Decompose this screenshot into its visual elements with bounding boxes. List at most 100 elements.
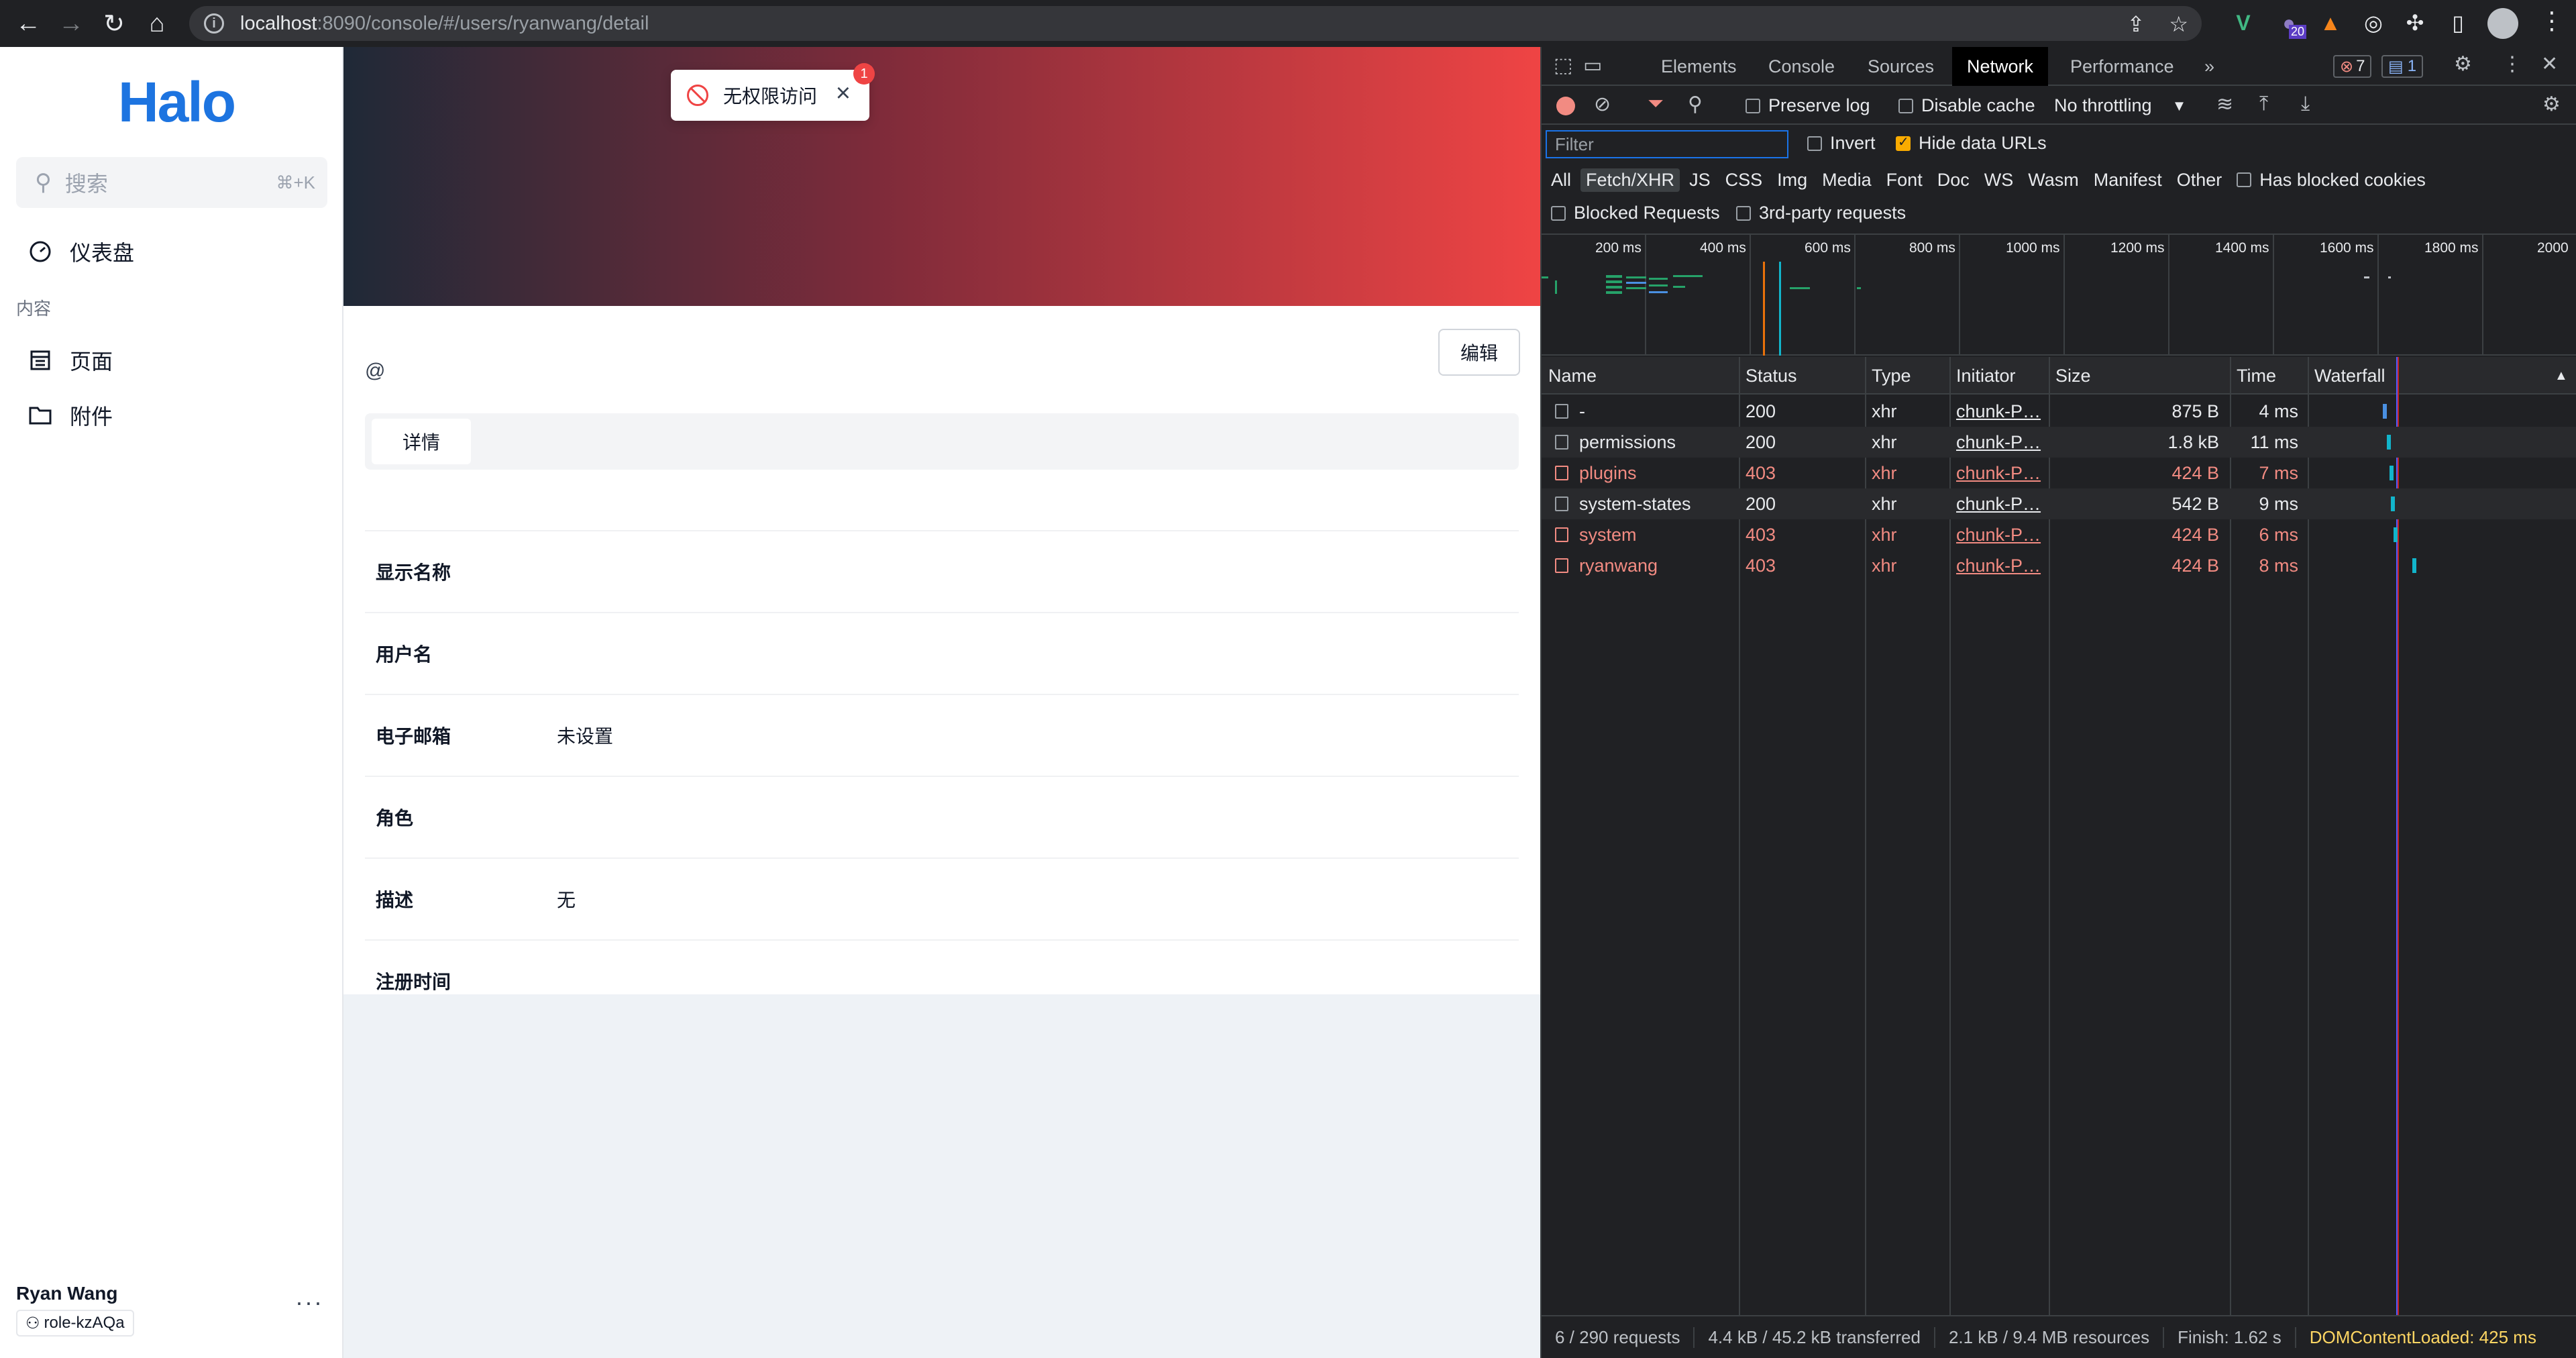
tab-elements[interactable]: Elements [1661,47,1737,86]
record-icon[interactable] [1556,97,1575,115]
back-arrow-icon[interactable]: ← [7,2,50,45]
type-filter-all[interactable]: All [1551,170,1571,191]
blocked-requests-checkbox[interactable]: Blocked Requests [1551,203,1720,223]
request-initiator[interactable]: chunk-P… [1956,488,2041,519]
request-row[interactable]: ryanwang 403 xhr chunk-P… 424 B 8 ms [1542,550,2576,581]
type-filter-doc[interactable]: Doc [1937,170,1970,191]
column-waterfall[interactable]: Waterfall [2308,357,2385,395]
search-input[interactable]: ⚲ 搜索 ⌘+K [16,157,327,208]
browser-menu-icon[interactable]: ⋮ [2540,7,2564,35]
extensions-puzzle-icon[interactable]: ✣ [2400,8,2430,38]
request-initiator[interactable]: chunk-P… [1956,458,2041,488]
device-toolbar-icon[interactable]: ▭ [1583,54,1602,77]
tab-sources[interactable]: Sources [1868,47,1934,86]
extension-badge-icon[interactable]: ● 20 [2274,8,2306,39]
tab-network[interactable]: Network [1952,47,2049,86]
summary-dom-content-loaded: DOMContentLoaded: 425 ms [2309,1326,2536,1347]
type-filter-css[interactable]: CSS [1725,170,1763,191]
user-role-icon: ⚇ [25,1314,40,1333]
request-name: - [1579,401,1585,421]
request-row[interactable]: system 403 xhr chunk-P… 424 B 6 ms [1542,519,2576,550]
message-count-badge[interactable]: ▤ 1 [2381,55,2424,78]
column-initiator[interactable]: Initiator [1949,357,2016,395]
sidebar-item-dashboard[interactable]: 仪表盘 [27,236,134,267]
close-icon[interactable]: × [836,79,851,108]
network-overview-timeline[interactable]: 200 ms 400 ms 600 ms 800 ms 1000 ms 1200… [1542,233,2576,356]
request-initiator[interactable]: chunk-P… [1956,550,2041,581]
request-initiator[interactable]: chunk-P… [1956,427,2041,458]
checkbox-label: Has blocked cookies [2259,169,2426,190]
sidebar-item-pages[interactable]: 页面 [27,345,113,376]
app-sidebar: Halo ⚲ 搜索 ⌘+K 仪表盘 内容 页面 附件 Ryan Wang ⚇ r… [0,47,343,1358]
chevron-down-icon: ▼ [2171,97,2187,114]
request-type: xhr [1872,493,1897,514]
type-filter-wasm[interactable]: Wasm [2028,170,2079,191]
bookmark-star-icon[interactable]: ☆ [2169,11,2188,37]
tab-console[interactable]: Console [1768,47,1835,86]
vue-devtools-icon[interactable]: V [2229,8,2258,38]
tab-detail[interactable]: 详情 [372,419,471,464]
throttling-select[interactable]: No throttling ▼ [2054,95,2186,116]
type-filter-js[interactable]: JS [1689,170,1711,191]
devtools-menu-icon[interactable]: ⋮ [2502,52,2522,76]
profile-avatar[interactable] [2487,8,2518,39]
type-filter-img[interactable]: Img [1777,170,1807,191]
type-filter-media[interactable]: Media [1822,170,1872,191]
halo-logo[interactable]: Halo [118,70,236,135]
column-type[interactable]: Type [1865,357,1911,395]
request-row[interactable]: plugins 403 xhr chunk-P… 424 B 7 ms [1542,458,2576,488]
preserve-log-checkbox[interactable]: Preserve log [1746,95,1870,116]
settings-gear-icon[interactable]: ⚙ [2454,52,2472,76]
search-icon[interactable]: ⚲ [1688,93,1703,116]
third-party-checkbox[interactable]: 3rd-party requests [1736,203,1906,223]
request-name: ryanwang [1579,555,1658,576]
close-devtools-icon[interactable]: ✕ [2541,52,2558,76]
more-tabs-icon[interactable]: » [2204,47,2214,86]
network-conditions-icon[interactable]: ≋ [2216,93,2233,116]
hide-data-urls-checkbox[interactable]: Hide data URLs [1896,133,2047,154]
request-row[interactable]: system-states 200 xhr chunk-P… 542 B 9 m… [1542,488,2576,519]
has-blocked-cookies-checkbox[interactable]: Has blocked cookies [2237,170,2426,191]
filter-input[interactable]: Filter [1546,130,1788,158]
invert-checkbox[interactable]: Invert [1807,133,1876,154]
type-filter-manifest[interactable]: Manifest [2094,170,2162,191]
request-row[interactable]: permissions 200 xhr chunk-P… 1.8 kB 11 m… [1542,427,2576,458]
metamask-icon[interactable]: ▲ [2316,8,2345,38]
address-bar[interactable]: i localhost:8090/console/#/users/ryanwan… [189,6,2202,41]
disable-cache-checkbox[interactable]: Disable cache [1898,95,2035,116]
color-picker-icon[interactable]: ◎ [2359,8,2388,38]
filter-funnel-icon[interactable]: ⏷ [1648,93,1664,115]
type-filter-ws[interactable]: WS [1984,170,2014,191]
error-count-badge[interactable]: ⊗ 7 [2333,55,2372,78]
clear-icon[interactable]: ⊘ [1594,93,1611,116]
sort-ascending-icon[interactable]: ▲ [2548,357,2568,395]
request-row[interactable]: - 200 xhr chunk-P… 875 B 4 ms [1542,396,2576,427]
site-info-icon[interactable]: i [204,13,224,34]
type-filter-fetch-xhr[interactable]: Fetch/XHR [1580,168,1680,192]
type-filter-font[interactable]: Font [1886,170,1923,191]
tab-performance[interactable]: Performance [2070,47,2174,86]
request-size: 424 B [2171,462,2219,483]
inspect-element-icon[interactable]: ⬚ [1554,54,1572,77]
share-icon[interactable]: ⇪ [2127,11,2145,37]
type-filter-other[interactable]: Other [2177,170,2222,191]
sidebar-item-attachments[interactable]: 附件 [27,400,113,431]
more-options-icon[interactable]: ··· [295,1288,323,1316]
forward-arrow-icon[interactable]: → [50,2,93,45]
request-initiator[interactable]: chunk-P… [1956,519,2041,550]
import-har-icon[interactable]: ⤒ [2259,93,2268,115]
summary-finish: Finish: 1.62 s [2164,1326,2296,1348]
export-har-icon[interactable]: ⤓ [2301,93,2310,115]
network-settings-icon[interactable]: ⚙ [2542,93,2561,116]
column-status[interactable]: Status [1739,357,1797,395]
side-panel-icon[interactable]: ▯ [2443,8,2473,38]
timeline-label: 1800 ms [2424,240,2479,256]
request-time: 9 ms [2259,493,2298,514]
column-size[interactable]: Size [2049,357,2091,395]
request-initiator[interactable]: chunk-P… [1956,396,2041,427]
reload-icon[interactable]: ↻ [93,2,136,45]
home-icon[interactable]: ⌂ [136,2,178,45]
column-time[interactable]: Time [2230,357,2276,395]
edit-button[interactable]: 编辑 [1438,329,1520,376]
column-name[interactable]: Name [1542,357,1597,395]
